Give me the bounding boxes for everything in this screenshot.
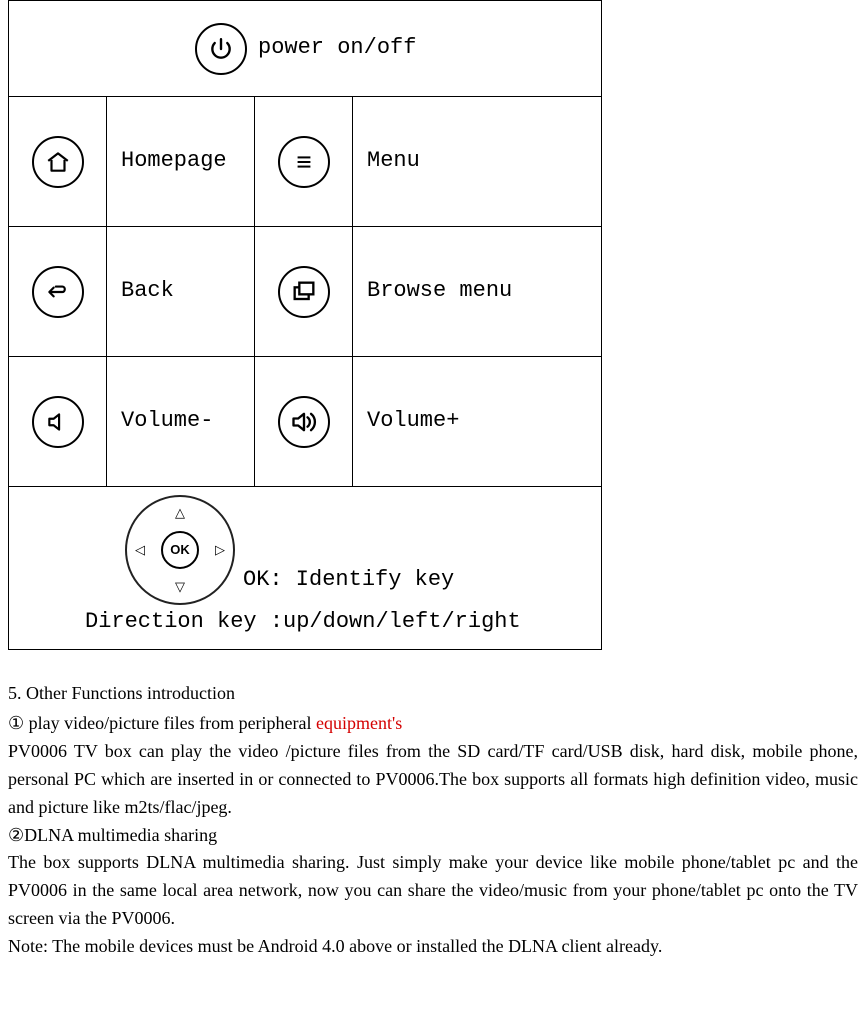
menu-label: Menu — [367, 148, 420, 173]
direction-key-label: Direction key :up/down/left/right — [85, 609, 521, 634]
arrow-down-icon: ▽ — [175, 577, 185, 597]
item2-heading: ②DLNA multimedia sharing — [8, 822, 858, 850]
remote-keys-table: power on/off Homepage — [8, 0, 602, 650]
arrow-left-icon: ◁ — [135, 540, 145, 560]
item1-red-word: equipment's — [316, 713, 402, 733]
back-label: Back — [121, 278, 174, 303]
back-icon — [30, 264, 85, 319]
item1-heading: ① play video/picture files from peripher… — [8, 710, 858, 738]
arrow-up-icon: △ — [175, 503, 185, 523]
item1-prefix: ① play video/picture files from peripher… — [8, 713, 316, 733]
arrow-right-icon: ▷ — [215, 540, 225, 560]
item1-paragraph: PV0006 TV box can play the video /pictur… — [8, 738, 858, 822]
dpad-icon: △ ▽ ◁ ▷ OK — [125, 495, 235, 605]
section-heading: 5. Other Functions introduction — [8, 680, 858, 708]
note-paragraph: Note: The mobile devices must be Android… — [8, 933, 858, 961]
volume-up-label: Volume+ — [367, 408, 459, 433]
homepage-label: Homepage — [121, 148, 227, 173]
volume-down-label: Volume- — [121, 408, 213, 433]
power-icon — [193, 21, 248, 76]
browse-menu-label: Browse menu — [367, 278, 512, 303]
home-icon — [30, 134, 85, 189]
ok-key-label: OK: Identify key — [243, 563, 454, 597]
browse-menu-icon — [276, 264, 331, 319]
volume-down-icon — [30, 394, 85, 449]
menu-icon — [276, 134, 331, 189]
item2-paragraph: The box supports DLNA multimedia sharing… — [8, 849, 858, 933]
volume-up-icon — [276, 394, 331, 449]
power-label: power on/off — [258, 31, 416, 65]
ok-button-icon: OK — [161, 531, 199, 569]
